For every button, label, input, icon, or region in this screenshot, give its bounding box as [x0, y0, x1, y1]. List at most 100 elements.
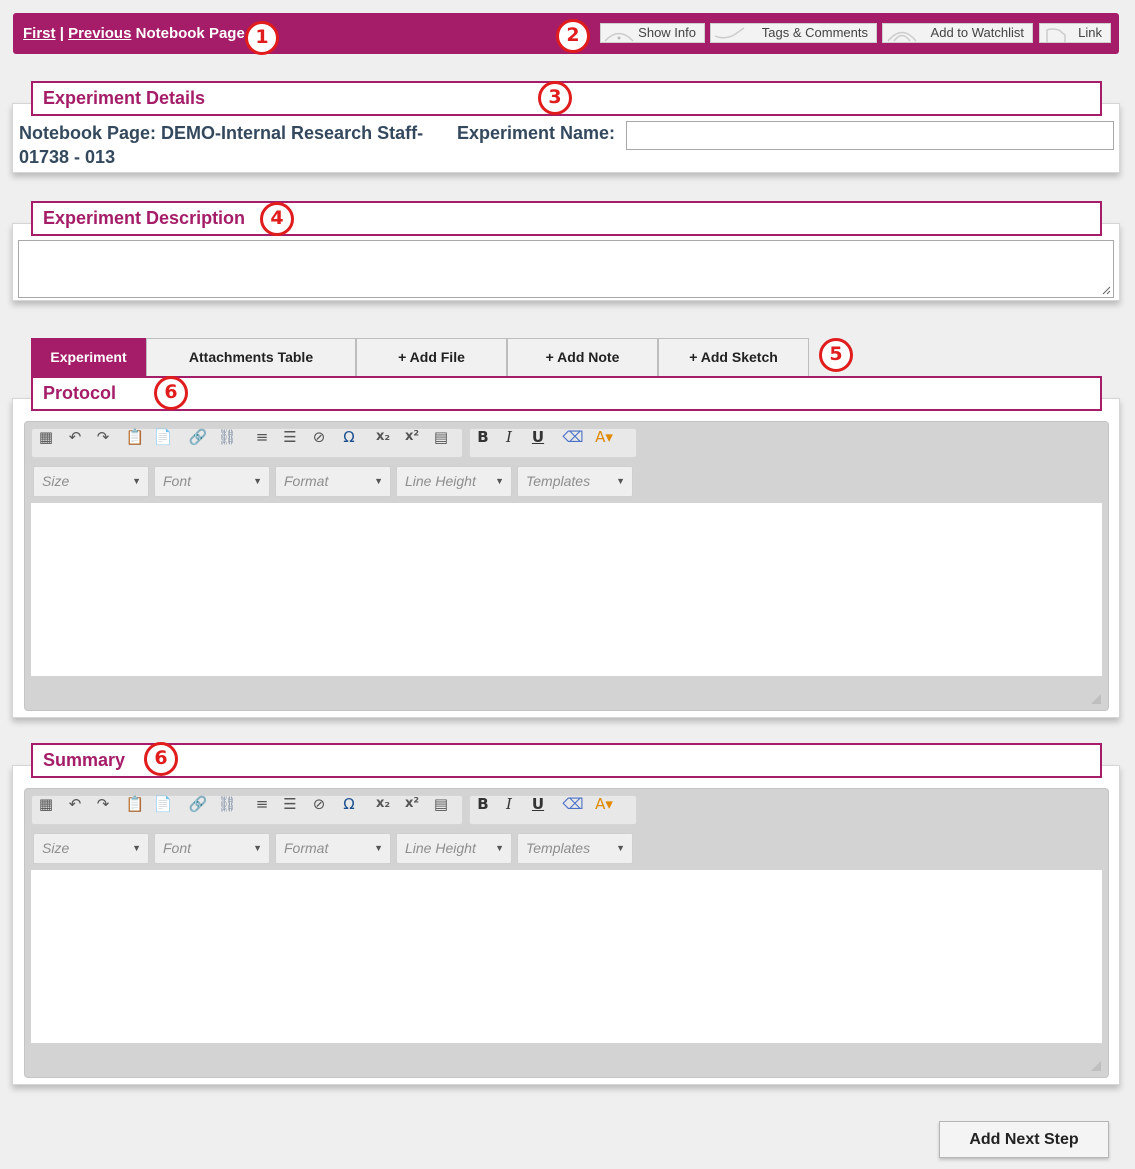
combo-font[interactable]: Font ▼ — [154, 466, 270, 497]
chevron-down-icon: ▼ — [374, 476, 383, 486]
chevron-down-icon: ▼ — [495, 843, 504, 853]
text-color-icon[interactable]: A▾ — [593, 793, 615, 815]
callout-marker: 5 — [819, 338, 853, 372]
show-blocks-icon[interactable]: ▤ — [430, 793, 452, 815]
combo-format-label: Format — [284, 473, 329, 489]
horizontal-line-icon[interactable]: ⊘ — [308, 793, 330, 815]
unlink-icon[interactable]: ⛓ — [216, 793, 238, 815]
tag-icon — [714, 27, 745, 39]
experiment-description-textarea[interactable] — [18, 240, 1114, 298]
unlink-icon[interactable]: ⛓ — [216, 426, 238, 448]
show-info-button[interactable]: Show Info — [600, 23, 705, 43]
tab-add-sketch[interactable]: + Add Sketch — [658, 338, 809, 376]
subscript-icon[interactable]: x₂ — [372, 793, 394, 815]
special-char-icon[interactable]: Ω — [338, 426, 360, 448]
chevron-down-icon: ▼ — [374, 843, 383, 853]
callout-marker: 2 — [556, 19, 590, 53]
combo-font[interactable]: Font ▼ — [154, 833, 270, 864]
tab-attachments-table[interactable]: Attachments Table — [146, 338, 356, 376]
tags-comments-label: Tags & Comments — [761, 25, 868, 40]
combo-line-height[interactable]: Line Height ▼ — [396, 833, 512, 864]
paste-word-icon[interactable]: 📄 — [152, 426, 174, 448]
chevron-down-icon: ▼ — [616, 476, 625, 486]
protocol-editor: ▦ ↶ ↷ 📋 📄 🔗 ⛓ ≡ ☰ ⊘ Ωx₂ x² ▤ B I U ⌫ A▾ Size ▼ Font ▼ Format ▼ L… — [24, 421, 1109, 711]
link-icon[interactable]: 🔗 — [187, 793, 209, 815]
horizontal-line-icon[interactable]: ⊘ — [308, 426, 330, 448]
editor-content-area[interactable] — [31, 870, 1102, 1043]
undo-icon[interactable]: ↶ — [64, 793, 86, 815]
bulleted-list-icon[interactable]: ☰ — [279, 426, 301, 448]
italic-icon[interactable]: I — [498, 793, 520, 815]
add-watchlist-label: Add to Watchlist — [930, 25, 1024, 40]
superscript-icon[interactable]: x² — [401, 426, 423, 448]
combo-font-label: Font — [163, 840, 192, 856]
combo-size[interactable]: Size ▼ — [33, 833, 149, 864]
info-icon — [604, 32, 634, 42]
tab-add-file[interactable]: + Add File — [356, 338, 507, 376]
paste-text-icon[interactable]: 📋 — [124, 426, 146, 448]
tab-add-note[interactable]: + Add Note — [507, 338, 658, 376]
callout-marker: 1 — [245, 21, 279, 55]
add-next-step-button[interactable]: Add Next Step — [939, 1121, 1109, 1158]
bold-icon[interactable]: B — [472, 793, 494, 815]
underline-icon[interactable]: U — [527, 426, 549, 448]
summary-editor: ▦ ↶ ↷ 📋 📄 🔗 ⛓ ≡ ☰ ⊘ Ωx₂ x² ▤ B I U ⌫ A▾ Size ▼ Font ▼ Format ▼ L… — [24, 788, 1109, 1078]
combo-format[interactable]: Format ▼ — [275, 833, 391, 864]
experiment-name-input[interactable] — [626, 121, 1114, 150]
underline-icon[interactable]: U — [527, 793, 549, 815]
paste-text-icon[interactable]: 📋 — [124, 793, 146, 815]
table-icon[interactable]: ▦ — [35, 426, 57, 448]
bold-icon[interactable]: B — [472, 426, 494, 448]
resize-grip-icon[interactable] — [1090, 692, 1102, 704]
chevron-down-icon: ▼ — [616, 843, 625, 853]
table-icon[interactable]: ▦ — [35, 793, 57, 815]
redo-icon[interactable]: ↷ — [92, 793, 114, 815]
previous-link[interactable]: Previous — [68, 25, 131, 42]
italic-icon[interactable]: I — [498, 426, 520, 448]
link-icon[interactable]: 🔗 — [187, 426, 209, 448]
redo-icon[interactable]: ↷ — [92, 426, 114, 448]
notebook-nav: First | Previous Notebook Page — [23, 25, 245, 42]
editor-content-area[interactable] — [31, 503, 1102, 676]
numbered-list-icon[interactable]: ≡ — [251, 426, 273, 448]
tags-comments-button[interactable]: Tags & Comments — [710, 23, 877, 43]
paste-word-icon[interactable]: 📄 — [152, 793, 174, 815]
watchlist-icon — [887, 31, 917, 42]
link-label: Link — [1078, 25, 1102, 40]
notebook-page-line1: Notebook Page: DEMO-Internal Research St… — [19, 123, 424, 143]
experiment-description-title: Experiment Description — [31, 201, 1102, 236]
combo-templates[interactable]: Templates ▼ — [517, 466, 633, 497]
show-info-label: Show Info — [638, 25, 696, 40]
callout-marker: 3 — [538, 81, 572, 115]
combo-size-label: Size — [42, 473, 70, 489]
experiment-name-label: Experiment Name: — [457, 123, 616, 143]
notebook-page-label: Notebook Page: DEMO-Internal Research St… — [19, 121, 449, 169]
combo-templates[interactable]: Templates ▼ — [517, 833, 633, 864]
text-color-icon[interactable]: A▾ — [593, 426, 615, 448]
protocol-title: Protocol — [31, 376, 1102, 411]
chevron-down-icon: ▼ — [253, 843, 262, 853]
special-char-icon[interactable]: Ω — [338, 793, 360, 815]
superscript-icon[interactable]: x² — [401, 793, 423, 815]
callout-marker: 6 — [144, 742, 178, 776]
show-blocks-icon[interactable]: ▤ — [430, 426, 452, 448]
combo-templates-label: Templates — [526, 473, 591, 489]
tab-experiment[interactable]: Experiment — [31, 338, 146, 376]
remove-format-icon[interactable]: ⌫ — [562, 426, 584, 448]
add-watchlist-button[interactable]: Add to Watchlist — [882, 23, 1033, 43]
undo-icon[interactable]: ↶ — [64, 426, 86, 448]
numbered-list-icon[interactable]: ≡ — [251, 793, 273, 815]
combo-format[interactable]: Format ▼ — [275, 466, 391, 497]
chevron-down-icon: ▼ — [495, 476, 504, 486]
link-button[interactable]: Link — [1039, 23, 1111, 43]
bulleted-list-icon[interactable]: ☰ — [279, 793, 301, 815]
combo-size[interactable]: Size ▼ — [33, 466, 149, 497]
callout-marker: 6 — [154, 376, 188, 410]
combo-line-height[interactable]: Line Height ▼ — [396, 466, 512, 497]
first-link[interactable]: First — [23, 25, 56, 42]
subscript-icon[interactable]: x₂ — [372, 426, 394, 448]
resize-grip-icon[interactable] — [1102, 286, 1111, 295]
nav-separator: | — [59, 25, 64, 42]
remove-format-icon[interactable]: ⌫ — [562, 793, 584, 815]
resize-grip-icon[interactable] — [1090, 1059, 1102, 1071]
